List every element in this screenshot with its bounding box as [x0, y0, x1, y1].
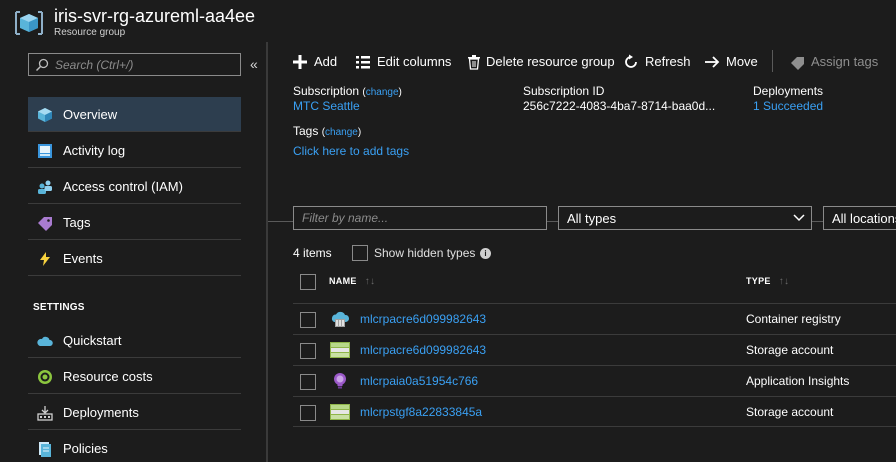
deployments-value-link[interactable]: 1 Succeeded	[753, 99, 823, 113]
show-hidden-types-label: Show hidden types	[374, 246, 476, 260]
resource-name-link[interactable]: mlcrpacre6d099982643	[360, 343, 486, 357]
subscription-id-value: 256c7222-4083-4ba7-8714-baa0d...	[523, 99, 716, 113]
locations-dropdown[interactable]: All locations	[823, 206, 896, 230]
app-insights-bulb-icon	[334, 373, 346, 389]
tags-label: Tags (change)	[293, 124, 362, 138]
row-checkbox[interactable]	[300, 374, 316, 390]
subscription-change-link[interactable]: change	[366, 87, 399, 98]
sidebar-item-label: Tags	[63, 215, 91, 230]
sidebar-item-label: Policies	[63, 441, 108, 456]
plus-icon	[293, 55, 307, 69]
people-icon	[38, 180, 52, 194]
chevron-down-icon	[793, 214, 805, 222]
overview-cube-icon	[38, 108, 52, 122]
sidebar-item-overview[interactable]: Overview	[28, 97, 241, 132]
toolbar-separator	[772, 50, 773, 72]
resource-name-link[interactable]: mlcrpacre6d099982643	[360, 312, 486, 326]
show-hidden-types-checkbox[interactable]	[352, 245, 368, 261]
sort-icon: ↑↓	[778, 276, 790, 287]
policies-icon	[39, 442, 51, 457]
subscription-id-label: Subscription ID	[523, 84, 605, 98]
sidebar: « Overview Activity log Access control (…	[0, 42, 266, 462]
filter-by-name[interactable]	[293, 206, 547, 230]
subscription-label: Subscription (change)	[293, 84, 402, 98]
activity-log-icon	[38, 144, 52, 158]
blade-header: iris-svr-rg-azureml-aa4ee Resource group	[0, 0, 896, 42]
tag-icon	[38, 217, 52, 231]
refresh-icon	[625, 54, 637, 68]
columns-icon	[356, 56, 370, 69]
deployments-label: Deployments	[753, 84, 824, 98]
filter-by-name-input[interactable]	[302, 210, 540, 226]
table-row: mlcrpacre6d099982643 Container registry	[293, 303, 896, 334]
sidebar-item-quickstart[interactable]: Quickstart	[28, 323, 241, 358]
storage-account-icon	[330, 342, 350, 358]
column-header-type[interactable]: TYPE ↑↓	[746, 276, 789, 287]
sidebar-search-input[interactable]	[55, 56, 235, 73]
cost-icon	[38, 370, 52, 384]
table-row: mlcrpacre6d099982643 Storage account	[293, 334, 896, 365]
locations-dropdown-value: All locations	[832, 211, 896, 226]
command-bar: Add Edit columns Delete resource group R…	[268, 42, 896, 82]
settings-section-heading: SETTINGS	[33, 302, 85, 313]
sidebar-item-events[interactable]: Events	[28, 241, 241, 276]
sidebar-item-resource-costs[interactable]: Resource costs	[28, 359, 241, 394]
tags-change-link[interactable]: change	[325, 127, 358, 138]
search-icon	[35, 58, 49, 72]
row-checkbox[interactable]	[300, 312, 316, 328]
resource-name-link[interactable]: mlcrpstgf8a22833845a	[360, 405, 482, 419]
essentials-panel: Subscription (change) MTC Seattle Subscr…	[268, 82, 896, 222]
resource-type: Container registry	[746, 312, 841, 326]
sidebar-item-label: Events	[63, 251, 103, 266]
sidebar-item-deployments[interactable]: Deployments	[28, 395, 241, 430]
table-row: mlcrpstgf8a22833845a Storage account	[293, 396, 896, 427]
types-dropdown[interactable]: All types	[558, 206, 812, 230]
sidebar-item-label: Deployments	[63, 405, 139, 420]
resource-type: Storage account	[746, 343, 834, 357]
table-row: mlcrpaia0a51954c766 Application Insights	[293, 365, 896, 396]
resource-group-cube-icon	[15, 11, 43, 35]
select-all-checkbox[interactable]	[300, 274, 316, 290]
sort-icon: ↑↓	[364, 276, 376, 287]
sidebar-item-label: Access control (IAM)	[63, 179, 183, 194]
sidebar-item-label: Overview	[63, 107, 118, 122]
column-header-name[interactable]: NAME ↑↓	[329, 276, 375, 287]
cloud-icon	[37, 336, 53, 346]
storage-account-icon	[330, 404, 350, 420]
deployments-icon	[37, 406, 53, 421]
page-title: iris-svr-rg-azureml-aa4ee	[54, 6, 256, 26]
collapse-sidebar-button[interactable]: «	[250, 56, 258, 72]
trash-icon	[468, 55, 480, 70]
types-dropdown-value: All types	[567, 211, 617, 226]
row-checkbox[interactable]	[300, 343, 316, 359]
sidebar-item-tags[interactable]: Tags	[28, 205, 241, 240]
arrow-right-icon	[705, 56, 720, 68]
resource-name-link[interactable]: mlcrpaia0a51954c766	[360, 374, 478, 388]
subscription-value-link[interactable]: MTC Seattle	[293, 99, 360, 113]
add-tags-link[interactable]: Click here to add tags	[293, 144, 409, 158]
resource-type: Storage account	[746, 405, 834, 419]
row-checkbox[interactable]	[300, 405, 316, 421]
page-subtitle: Resource group	[54, 27, 126, 38]
sidebar-item-access-control[interactable]: Access control (IAM)	[28, 169, 241, 204]
sidebar-item-label: Resource costs	[63, 369, 153, 384]
info-icon[interactable]: i	[480, 248, 491, 259]
sidebar-item-label: Quickstart	[63, 333, 122, 348]
sidebar-item-policies[interactable]: Policies	[28, 431, 241, 462]
lightning-icon	[40, 252, 50, 266]
resource-type: Application Insights	[746, 374, 850, 388]
container-registry-icon	[331, 311, 350, 327]
main-content: Add Edit columns Delete resource group R…	[268, 42, 896, 462]
tag-icon	[791, 57, 804, 70]
sidebar-item-label: Activity log	[63, 143, 126, 158]
sidebar-item-activity-log[interactable]: Activity log	[28, 133, 241, 168]
sidebar-search[interactable]	[28, 53, 241, 76]
items-count: 4 items	[293, 246, 332, 260]
